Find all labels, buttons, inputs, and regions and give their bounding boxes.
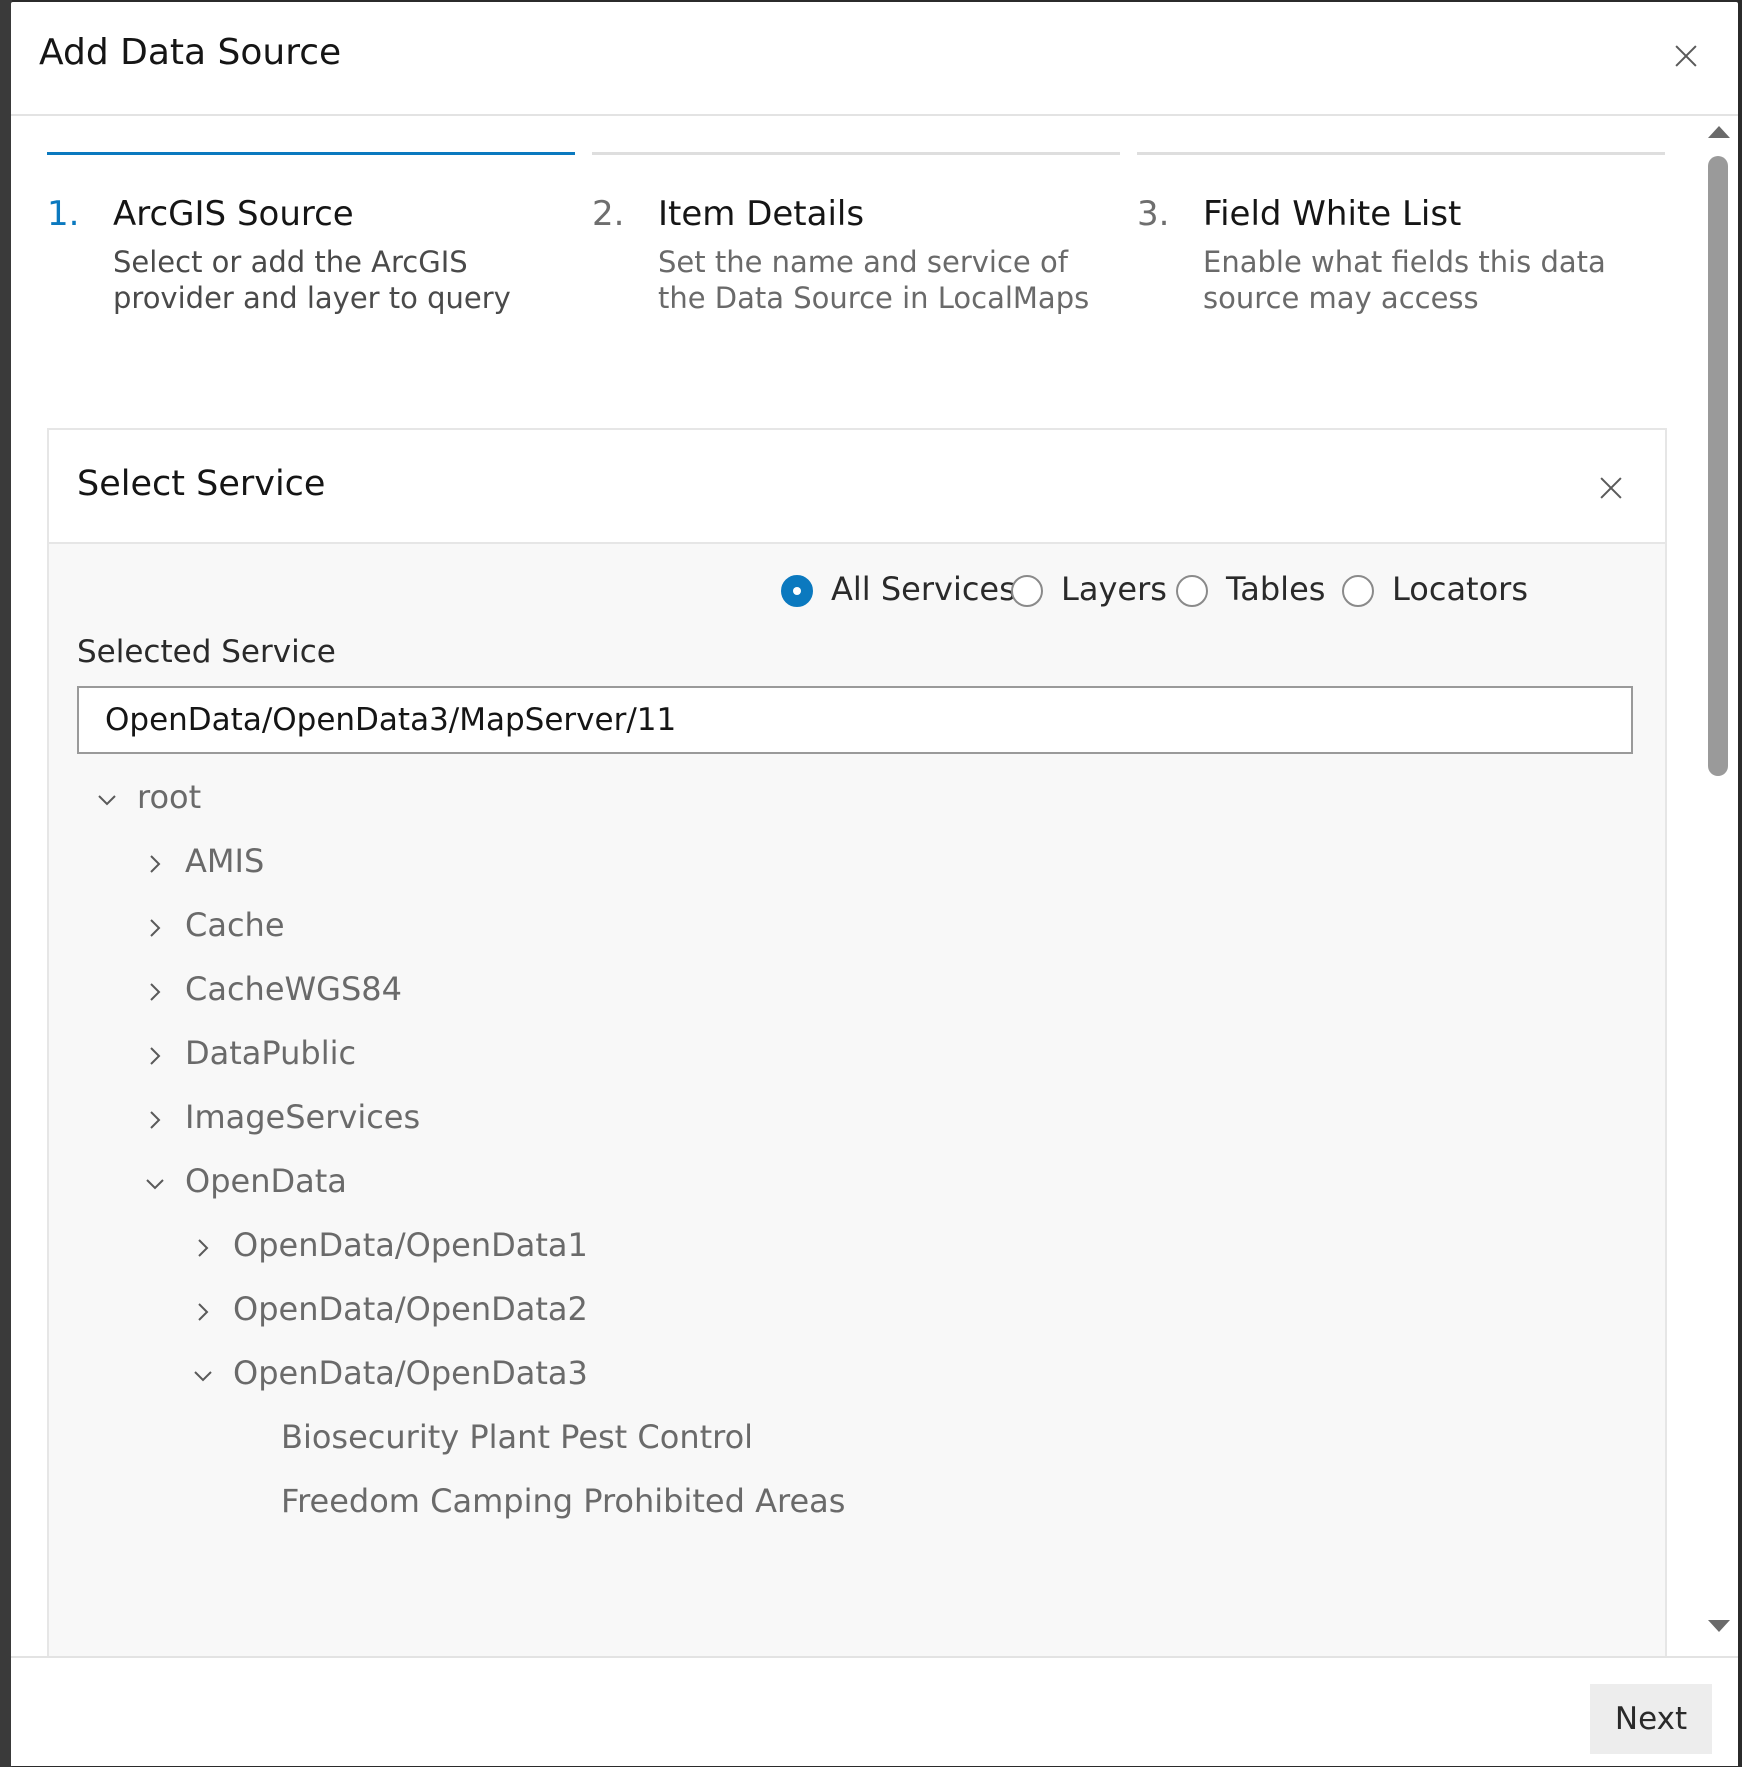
vertical-scrollbar[interactable] xyxy=(1704,116,1734,1656)
scroll-up-arrow-icon[interactable] xyxy=(1708,126,1730,138)
tree-item-label: Freedom Camping Prohibited Areas xyxy=(281,1482,846,1520)
tree-item-label: AMIS xyxy=(185,842,265,880)
step-description: Set the name and service of the Data Sou… xyxy=(658,245,1090,315)
tree-item[interactable]: OpenData/OpenData2 xyxy=(191,1288,1595,1338)
tree-item-label: ImageServices xyxy=(185,1098,421,1136)
radio-unselected-icon[interactable] xyxy=(1011,575,1043,607)
tree-item-label: Cache xyxy=(185,906,285,944)
tree-item[interactable]: Freedom Camping Prohibited Areas xyxy=(239,1480,1595,1530)
radio-label: Tables xyxy=(1226,570,1326,608)
chevron-right-icon[interactable] xyxy=(143,852,167,876)
tree-item[interactable]: ImageServices xyxy=(143,1096,1595,1146)
chevron-down-icon[interactable] xyxy=(143,1172,167,1196)
select-service-panel: Select Service All Services Layers Table… xyxy=(47,428,1667,1656)
step-title: Item Details xyxy=(658,194,865,234)
radio-label: Locators xyxy=(1392,570,1528,608)
close-icon[interactable] xyxy=(1591,468,1631,508)
dialog-content: 1. ArcGIS Source Select or add the ArcGI… xyxy=(11,116,1738,1656)
chevron-right-icon[interactable] xyxy=(191,1300,215,1324)
tree-item[interactable]: CacheWGS84 xyxy=(143,968,1595,1018)
radio-label: All Services xyxy=(831,570,1016,608)
radio-label: Layers xyxy=(1061,570,1167,608)
tree-item[interactable]: OpenData/OpenData3 xyxy=(191,1352,1595,1402)
radio-unselected-icon[interactable] xyxy=(1342,575,1374,607)
dialog-title: Add Data Source xyxy=(39,32,342,73)
tree-item-label: OpenData/OpenData2 xyxy=(233,1290,588,1328)
radio-unselected-icon[interactable] xyxy=(1176,575,1208,607)
tree-item-label: OpenData/OpenData3 xyxy=(233,1354,588,1392)
panel-title: Select Service xyxy=(77,464,326,504)
chevron-right-icon[interactable] xyxy=(143,1108,167,1132)
close-icon[interactable] xyxy=(1666,36,1706,76)
step-progress-bar xyxy=(47,152,575,155)
step-number: 1. xyxy=(47,194,80,234)
tree-item-label: OpenData xyxy=(185,1162,347,1200)
step-title: Field White List xyxy=(1203,194,1462,234)
tree-item[interactable]: Biosecurity Plant Pest Control xyxy=(239,1416,1595,1466)
tree-item-label: CacheWGS84 xyxy=(185,970,402,1008)
tree-item[interactable]: AMIS xyxy=(143,840,1595,890)
tree-item[interactable]: root xyxy=(95,776,1595,826)
chevron-down-icon[interactable] xyxy=(95,788,119,812)
tree-item-label: root xyxy=(137,778,202,816)
chevron-down-icon[interactable] xyxy=(191,1364,215,1388)
step-title: ArcGIS Source xyxy=(113,194,354,234)
step-progress-bar xyxy=(1137,152,1665,155)
step-progress-bar xyxy=(592,152,1120,155)
step-number: 2. xyxy=(592,194,625,234)
tree-item[interactable]: Cache xyxy=(143,904,1595,954)
scrollbar-thumb[interactable] xyxy=(1708,156,1728,776)
next-button[interactable]: Next xyxy=(1590,1684,1712,1754)
dialog-footer: Next xyxy=(11,1656,1738,1766)
dialog-header: Add Data Source xyxy=(11,2,1738,116)
chevron-right-icon[interactable] xyxy=(191,1236,215,1260)
tree-item-label: DataPublic xyxy=(185,1034,357,1072)
tree-item[interactable]: DataPublic xyxy=(143,1032,1595,1082)
chevron-right-icon[interactable] xyxy=(143,1044,167,1068)
chevron-right-icon[interactable] xyxy=(143,916,167,940)
scroll-down-arrow-icon[interactable] xyxy=(1708,1620,1730,1632)
step-description: Enable what fields this data source may … xyxy=(1203,245,1606,315)
add-data-source-dialog: Add Data Source 1. ArcGIS Source Select … xyxy=(11,2,1738,1766)
tree-item-label: OpenData/OpenData1 xyxy=(233,1226,588,1264)
selected-service-input[interactable] xyxy=(77,686,1633,754)
panel-header: Select Service xyxy=(49,430,1665,544)
radio-selected-icon[interactable] xyxy=(781,575,813,607)
step-number: 3. xyxy=(1137,194,1170,234)
tree-item[interactable]: OpenData xyxy=(143,1160,1595,1210)
selected-service-label: Selected Service xyxy=(77,634,336,670)
tree-item-label: Biosecurity Plant Pest Control xyxy=(281,1418,754,1456)
tree-item[interactable]: OpenData/OpenData1 xyxy=(191,1224,1595,1274)
step-description: Select or add the ArcGIS provider and la… xyxy=(113,245,511,315)
chevron-right-icon[interactable] xyxy=(143,980,167,1004)
